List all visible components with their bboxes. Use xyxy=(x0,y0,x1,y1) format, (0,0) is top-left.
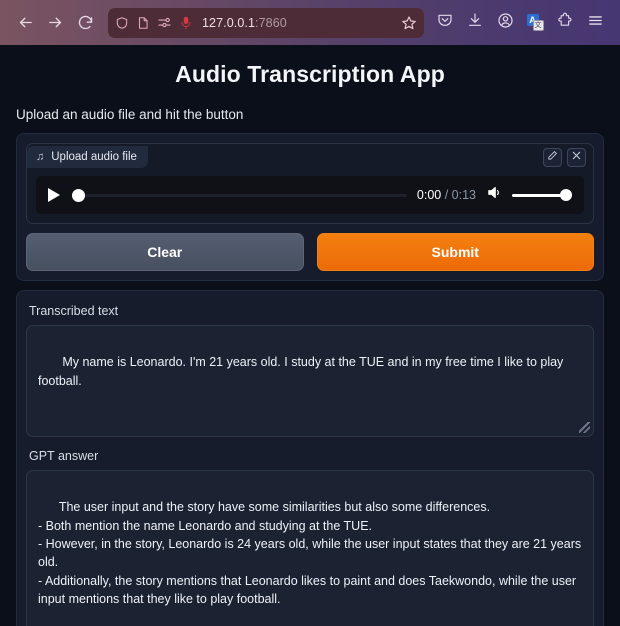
forward-arrow-icon xyxy=(47,14,64,31)
url-host: 127.0.0.1 xyxy=(202,15,256,30)
page-title: Audio Transcription App xyxy=(175,61,445,87)
volume-control xyxy=(486,184,572,206)
time-display: 0:00 / 0:13 xyxy=(417,188,476,202)
resize-grip-icon[interactable] xyxy=(579,421,590,433)
extensions-puzzle-icon xyxy=(557,12,573,33)
clear-button[interactable]: Clear xyxy=(26,233,304,271)
total-time: / 0:13 xyxy=(444,188,476,202)
bookmark-star-icon[interactable] xyxy=(401,15,417,31)
audio-file-label: Upload audio file xyxy=(51,151,137,163)
gpt-answer-input[interactable]: The user input and the story have some s… xyxy=(26,469,594,626)
close-x-icon xyxy=(571,148,582,166)
translate-letter-cjk: 文 xyxy=(532,20,544,31)
back-button[interactable] xyxy=(10,8,40,38)
hamburger-menu-icon xyxy=(587,12,604,34)
gpt-answer-value: The user input and the story have some s… xyxy=(38,500,582,607)
edit-pencil-icon xyxy=(547,148,558,166)
pocket-icon xyxy=(437,12,453,33)
account-button[interactable] xyxy=(490,8,520,38)
account-icon xyxy=(497,12,514,34)
audio-file-chip: ♫ Upload audio file xyxy=(27,146,148,168)
translate-icon: A 文 xyxy=(526,14,544,31)
translate-extension-button[interactable]: A 文 xyxy=(520,8,550,38)
url-port: :7860 xyxy=(255,15,287,30)
reader-view-icon[interactable] xyxy=(136,16,150,30)
browser-toolbar: 127.0.0.1:7860 A 文 xyxy=(0,0,620,45)
audio-panel: ♫ Upload audio file 0:00 / 0:13 Clear Su… xyxy=(16,133,604,281)
action-buttons: Clear Submit xyxy=(26,233,594,271)
address-bar[interactable]: 127.0.0.1:7860 xyxy=(108,7,424,38)
app-page: Audio Transcription App Upload an audio … xyxy=(0,45,620,626)
shield-icon[interactable] xyxy=(115,16,129,30)
url-text[interactable]: 127.0.0.1:7860 xyxy=(200,16,394,30)
audio-player: 0:00 / 0:13 xyxy=(36,176,584,214)
pocket-button[interactable] xyxy=(430,8,460,38)
current-time: 0:00 xyxy=(416,188,442,202)
reload-button[interactable] xyxy=(70,8,100,38)
downloads-icon xyxy=(467,12,483,33)
output-panel: Transcribed text My name is Leonardo. I'… xyxy=(16,290,604,626)
page-subtitle: Upload an audio file and hit the button xyxy=(16,107,244,122)
transcribed-text-label: Transcribed text xyxy=(29,304,119,318)
forward-button[interactable] xyxy=(40,8,70,38)
menu-button[interactable] xyxy=(580,8,610,38)
gpt-answer-label: GPT answer xyxy=(29,448,99,463)
volume-handle[interactable] xyxy=(560,189,572,201)
audio-component: ♫ Upload audio file 0:00 / 0:13 xyxy=(26,143,594,224)
seek-track xyxy=(72,193,407,197)
volume-icon[interactable] xyxy=(486,184,503,206)
downloads-button[interactable] xyxy=(460,8,490,38)
close-button[interactable] xyxy=(567,147,586,167)
audio-header: ♫ Upload audio file xyxy=(27,144,593,170)
volume-slider[interactable] xyxy=(512,188,572,202)
microphone-icon[interactable] xyxy=(179,16,193,30)
audio-header-actions xyxy=(543,147,593,167)
extensions-button[interactable] xyxy=(550,8,580,38)
transcribed-text-value: My name is Leonardo. I'm 21 years old. I… xyxy=(38,355,567,388)
seek-slider[interactable] xyxy=(72,188,407,202)
play-icon[interactable] xyxy=(48,188,60,202)
transcribed-text-input[interactable]: My name is Leonardo. I'm 21 years old. I… xyxy=(26,325,594,437)
edit-button[interactable] xyxy=(543,147,562,167)
reload-icon xyxy=(77,14,94,31)
permissions-sliders-icon[interactable] xyxy=(157,15,172,30)
back-arrow-icon xyxy=(17,14,34,31)
music-note-icon: ♫ xyxy=(36,150,45,163)
submit-button[interactable]: Submit xyxy=(316,233,594,271)
seek-handle[interactable] xyxy=(72,188,85,202)
